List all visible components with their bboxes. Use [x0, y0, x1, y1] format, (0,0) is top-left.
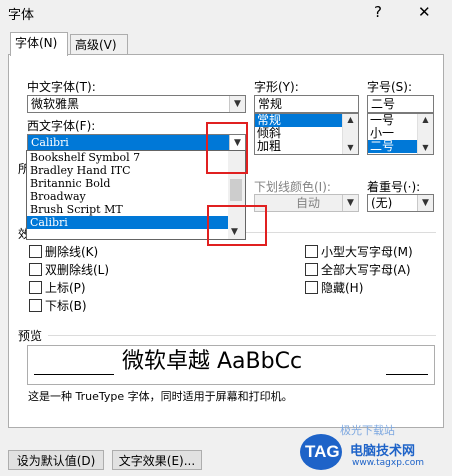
preview-baseline-right: [386, 374, 428, 375]
hidden-checkbox[interactable]: [305, 281, 318, 294]
size-list[interactable]: 一号 小一 二号 ▲ ▼: [367, 113, 434, 155]
emphasis-label: 着重号(·):: [367, 180, 421, 194]
style-list[interactable]: 常规 倾斜 加粗 ▲ ▼: [254, 113, 359, 155]
scroll-up-icon[interactable]: ▲: [343, 114, 358, 126]
strikethrough-checkbox[interactable]: [29, 245, 42, 258]
preview-box: 微软卓越 AaBbCc: [27, 345, 435, 385]
western-font-value: Calibri: [31, 136, 69, 149]
emphasis-value: (无): [371, 196, 393, 210]
help-button[interactable]: ?: [374, 3, 382, 21]
watermark-line2: www.tagxp.com: [352, 458, 424, 468]
text-effects-button[interactable]: 文字效果(E)...: [112, 450, 202, 470]
chinese-font-value: 微软雅黑: [31, 97, 80, 111]
scroll-down-icon[interactable]: ▼: [418, 142, 433, 154]
size-value: 二号: [371, 97, 396, 111]
emphasis-combo[interactable]: (无) ▼: [367, 194, 434, 212]
strikethrough-label: 删除线(K): [45, 245, 99, 259]
western-font-label: 西文字体(F):: [27, 119, 96, 133]
close-button[interactable]: ✕: [418, 3, 431, 21]
all-caps-checkbox[interactable]: [305, 263, 318, 276]
tab-advanced[interactable]: 高级(V): [70, 34, 128, 55]
style-value: 常规: [258, 97, 283, 111]
chevron-down-icon[interactable]: ▼: [342, 195, 358, 211]
style-input[interactable]: 常规: [254, 95, 359, 113]
highlight-box-top: [206, 122, 248, 174]
preview-label: 预览: [18, 329, 43, 343]
preview-sample: 微软卓越 AaBbCc: [122, 349, 303, 374]
scroll-down-icon[interactable]: ▼: [343, 142, 358, 154]
size-label: 字号(S):: [367, 80, 413, 94]
size-input[interactable]: 二号: [367, 95, 434, 113]
highlight-box-bottom: [207, 205, 267, 246]
underline-color-combo[interactable]: 自动 ▼: [254, 194, 359, 212]
watermark-logo: TAG: [300, 434, 342, 470]
watermark-brand: TAG: [305, 442, 340, 461]
small-caps-label: 小型大写字母(M): [321, 245, 413, 259]
watermark-partial-text: 极光下载站: [340, 424, 395, 437]
style-scrollbar[interactable]: ▲ ▼: [342, 114, 358, 154]
size-scrollbar[interactable]: ▲ ▼: [417, 114, 433, 154]
underline-color-label: 下划线颜色(I):: [254, 180, 331, 194]
chinese-font-combo[interactable]: 微软雅黑 ▼: [27, 95, 246, 113]
superscript-label: 上标(P): [45, 281, 86, 295]
chinese-font-label: 中文字体(T):: [27, 80, 96, 94]
chevron-down-icon[interactable]: ▼: [229, 96, 245, 112]
watermark-line1: 电脑技术网: [350, 444, 416, 459]
double-strikethrough-label: 双删除线(L): [45, 263, 110, 277]
underline-color-value: 自动: [295, 196, 320, 210]
chevron-down-icon[interactable]: ▼: [417, 195, 433, 211]
tab-font[interactable]: 字体(N): [10, 32, 68, 56]
scroll-up-icon[interactable]: ▲: [418, 114, 433, 126]
superscript-checkbox[interactable]: [29, 281, 42, 294]
preview-baseline-left: [34, 374, 114, 375]
set-default-button[interactable]: 设为默认值(D): [8, 450, 104, 470]
subscript-checkbox[interactable]: [29, 299, 42, 312]
small-caps-checkbox[interactable]: [305, 245, 318, 258]
subscript-label: 下标(B): [45, 299, 87, 313]
preview-divider: [48, 335, 436, 336]
font-option[interactable]: Broadway: [27, 190, 245, 203]
dialog-title: 字体: [8, 8, 35, 23]
font-option[interactable]: Britannic Bold: [27, 177, 245, 190]
scrollbar-thumb[interactable]: [230, 179, 242, 201]
watermark: 极光下载站 TAG 电脑技术网 www.tagxp.com: [300, 424, 448, 474]
hidden-label: 隐藏(H): [321, 281, 364, 295]
all-caps-label: 全部大写字母(A): [321, 263, 411, 277]
double-strikethrough-checkbox[interactable]: [29, 263, 42, 276]
font-note: 这是一种 TrueType 字体，同时适用于屏幕和打印机。: [28, 390, 293, 403]
style-label: 字形(Y):: [254, 80, 299, 94]
